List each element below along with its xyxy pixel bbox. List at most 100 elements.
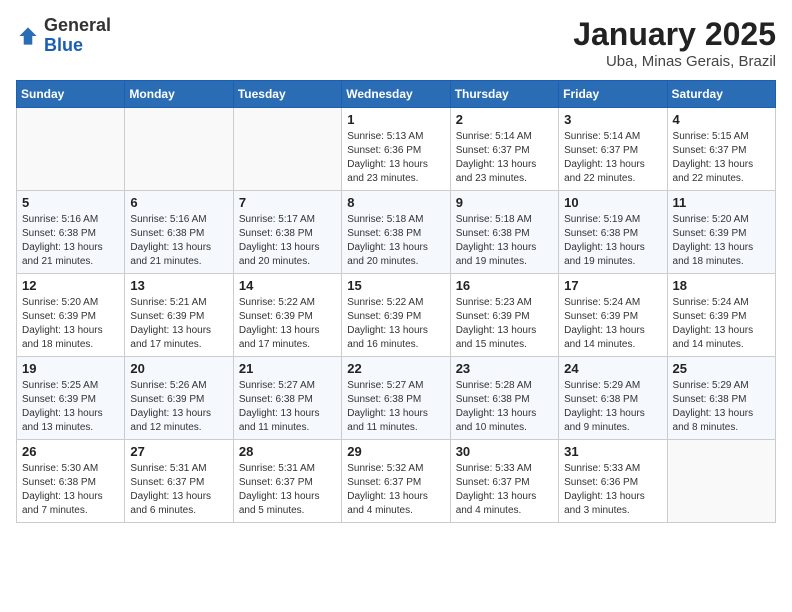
calendar-cell: 7 Sunrise: 5:17 AM Sunset: 6:38 PM Daylig… (233, 191, 341, 274)
day-number: 27 (130, 444, 227, 459)
day-info: Sunrise: 5:14 AM Sunset: 6:37 PM Dayligh… (564, 130, 661, 186)
calendar-cell (233, 108, 341, 191)
day-number: 14 (239, 278, 336, 293)
day-number: 4 (673, 112, 770, 127)
calendar-cell: 11 Sunrise: 5:20 AM Sunset: 6:39 PM Dayli… (667, 191, 775, 274)
calendar-cell: 19Sunrise: 5:25 AM Sunset: 6:39 PM Dayli… (17, 357, 125, 440)
day-number: 16 (456, 278, 553, 293)
day-number: 28 (239, 444, 336, 459)
calendar-cell: 13 Sunrise: 5:21 AM Sunset: 6:39 PM Dayli… (125, 274, 233, 357)
month-title: January 2025 (573, 16, 776, 53)
weekday-header-wednesday: Wednesday (342, 81, 450, 108)
day-info: Sunrise: 5:19 AM Sunset: 6:38 PM Dayligh… (564, 213, 661, 269)
weekday-header-tuesday: Tuesday (233, 81, 341, 108)
day-info: Sunrise: 5:31 AM Sunset: 6:37 PM Dayligh… (239, 462, 336, 518)
day-info: Sunrise: 5:32 AM Sunset: 6:37 PM Dayligh… (347, 462, 444, 518)
day-info: Sunrise: 5:29 AM Sunset: 6:38 PM Dayligh… (673, 379, 770, 435)
calendar-cell: 4 Sunrise: 5:15 AM Sunset: 6:37 PM Daylig… (667, 108, 775, 191)
day-number: 18 (673, 278, 770, 293)
weekday-header-thursday: Thursday (450, 81, 558, 108)
page-header: General Blue January 2025 Uba, Minas Ger… (16, 16, 776, 70)
day-number: 17 (564, 278, 661, 293)
day-info: Sunrise: 5:30 AM Sunset: 6:38 PM Dayligh… (22, 462, 119, 518)
day-info: Sunrise: 5:14 AM Sunset: 6:37 PM Dayligh… (456, 130, 553, 186)
title-area: January 2025 Uba, Minas Gerais, Brazil (573, 16, 776, 70)
day-info: Sunrise: 5:25 AM Sunset: 6:39 PM Dayligh… (22, 379, 119, 435)
day-info: Sunrise: 5:23 AM Sunset: 6:39 PM Dayligh… (456, 296, 553, 352)
day-number: 20 (130, 361, 227, 376)
day-number: 11 (673, 195, 770, 210)
calendar-cell: 22 Sunrise: 5:27 AM Sunset: 6:38 PM Dayli… (342, 357, 450, 440)
week-row-5: 26 Sunrise: 5:30 AM Sunset: 6:38 PM Dayli… (17, 440, 776, 523)
calendar-cell: 31Sunrise: 5:33 AM Sunset: 6:36 PM Dayli… (559, 440, 667, 523)
day-info: Sunrise: 5:17 AM Sunset: 6:38 PM Dayligh… (239, 213, 336, 269)
day-info: Sunrise: 5:29 AM Sunset: 6:38 PM Dayligh… (564, 379, 661, 435)
day-info: Sunrise: 5:26 AM Sunset: 6:39 PM Dayligh… (130, 379, 227, 435)
day-number: 25 (673, 361, 770, 376)
calendar-cell: 24Sunrise: 5:29 AM Sunset: 6:38 PM Dayli… (559, 357, 667, 440)
day-info: Sunrise: 5:20 AM Sunset: 6:39 PM Dayligh… (22, 296, 119, 352)
day-info: Sunrise: 5:22 AM Sunset: 6:39 PM Dayligh… (239, 296, 336, 352)
day-info: Sunrise: 5:16 AM Sunset: 6:38 PM Dayligh… (130, 213, 227, 269)
calendar-cell: 14 Sunrise: 5:22 AM Sunset: 6:39 PM Dayli… (233, 274, 341, 357)
day-number: 7 (239, 195, 336, 210)
calendar-cell: 28 Sunrise: 5:31 AM Sunset: 6:37 PM Dayli… (233, 440, 341, 523)
calendar-cell: 25 Sunrise: 5:29 AM Sunset: 6:38 PM Dayli… (667, 357, 775, 440)
calendar-cell: 18 Sunrise: 5:24 AM Sunset: 6:39 PM Dayli… (667, 274, 775, 357)
day-info: Sunrise: 5:18 AM Sunset: 6:38 PM Dayligh… (456, 213, 553, 269)
day-info: Sunrise: 5:15 AM Sunset: 6:37 PM Dayligh… (673, 130, 770, 186)
weekday-header-monday: Monday (125, 81, 233, 108)
day-info: Sunrise: 5:16 AM Sunset: 6:38 PM Dayligh… (22, 213, 119, 269)
day-info: Sunrise: 5:18 AM Sunset: 6:38 PM Dayligh… (347, 213, 444, 269)
logo-text: General Blue (44, 16, 111, 56)
week-row-3: 12 Sunrise: 5:20 AM Sunset: 6:39 PM Dayli… (17, 274, 776, 357)
day-info: Sunrise: 5:28 AM Sunset: 6:38 PM Dayligh… (456, 379, 553, 435)
weekday-header-friday: Friday (559, 81, 667, 108)
day-number: 31 (564, 444, 661, 459)
day-number: 5 (22, 195, 119, 210)
day-number: 3 (564, 112, 661, 127)
day-number: 30 (456, 444, 553, 459)
day-info: Sunrise: 5:31 AM Sunset: 6:37 PM Dayligh… (130, 462, 227, 518)
calendar-table: SundayMondayTuesdayWednesdayThursdayFrid… (16, 80, 776, 523)
calendar-cell: 21 Sunrise: 5:27 AM Sunset: 6:38 PM Dayli… (233, 357, 341, 440)
calendar-cell: 15Sunrise: 5:22 AM Sunset: 6:39 PM Dayli… (342, 274, 450, 357)
calendar-cell (125, 108, 233, 191)
day-number: 8 (347, 195, 444, 210)
day-number: 26 (22, 444, 119, 459)
calendar-cell: 6Sunrise: 5:16 AM Sunset: 6:38 PM Daylig… (125, 191, 233, 274)
logo: General Blue (16, 16, 111, 56)
location: Uba, Minas Gerais, Brazil (573, 53, 776, 70)
day-number: 13 (130, 278, 227, 293)
weekday-header-row: SundayMondayTuesdayWednesdayThursdayFrid… (17, 81, 776, 108)
day-number: 9 (456, 195, 553, 210)
calendar-cell: 27 Sunrise: 5:31 AM Sunset: 6:37 PM Dayli… (125, 440, 233, 523)
calendar-cell: 9 Sunrise: 5:18 AM Sunset: 6:38 PM Daylig… (450, 191, 558, 274)
week-row-1: 1Sunrise: 5:13 AM Sunset: 6:36 PM Daylig… (17, 108, 776, 191)
day-info: Sunrise: 5:20 AM Sunset: 6:39 PM Dayligh… (673, 213, 770, 269)
day-number: 10 (564, 195, 661, 210)
day-number: 21 (239, 361, 336, 376)
day-number: 22 (347, 361, 444, 376)
calendar-cell: 10 Sunrise: 5:19 AM Sunset: 6:38 PM Dayli… (559, 191, 667, 274)
calendar-cell (667, 440, 775, 523)
day-number: 12 (22, 278, 119, 293)
calendar-cell: 29 Sunrise: 5:32 AM Sunset: 6:37 PM Dayli… (342, 440, 450, 523)
day-number: 1 (347, 112, 444, 127)
calendar-cell: 17Sunrise: 5:24 AM Sunset: 6:39 PM Dayli… (559, 274, 667, 357)
weekday-header-sunday: Sunday (17, 81, 125, 108)
day-info: Sunrise: 5:21 AM Sunset: 6:39 PM Dayligh… (130, 296, 227, 352)
day-number: 2 (456, 112, 553, 127)
day-info: Sunrise: 5:27 AM Sunset: 6:38 PM Dayligh… (347, 379, 444, 435)
day-info: Sunrise: 5:24 AM Sunset: 6:39 PM Dayligh… (673, 296, 770, 352)
week-row-2: 5 Sunrise: 5:16 AM Sunset: 6:38 PM Daylig… (17, 191, 776, 274)
weekday-header-saturday: Saturday (667, 81, 775, 108)
day-info: Sunrise: 5:22 AM Sunset: 6:39 PM Dayligh… (347, 296, 444, 352)
calendar-cell: 20 Sunrise: 5:26 AM Sunset: 6:39 PM Dayli… (125, 357, 233, 440)
calendar-cell: 12 Sunrise: 5:20 AM Sunset: 6:39 PM Dayli… (17, 274, 125, 357)
week-row-4: 19Sunrise: 5:25 AM Sunset: 6:39 PM Dayli… (17, 357, 776, 440)
calendar-cell: 23Sunrise: 5:28 AM Sunset: 6:38 PM Dayli… (450, 357, 558, 440)
day-info: Sunrise: 5:27 AM Sunset: 6:38 PM Dayligh… (239, 379, 336, 435)
calendar-cell: 30Sunrise: 5:33 AM Sunset: 6:37 PM Dayli… (450, 440, 558, 523)
day-number: 29 (347, 444, 444, 459)
